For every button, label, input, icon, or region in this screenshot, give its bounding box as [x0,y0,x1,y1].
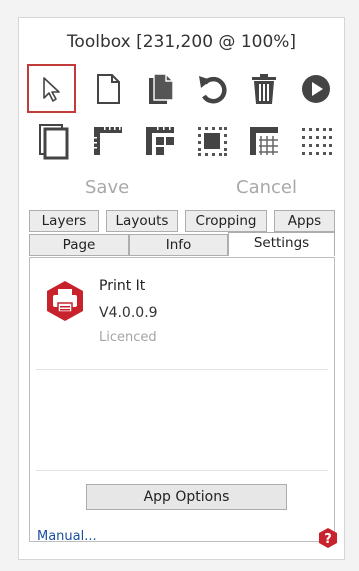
svg-text:?: ? [324,532,332,547]
settings-content: Print It V4.0.0.9 Licenced App Options [29,257,335,542]
grid-ruler-button[interactable] [137,118,183,164]
divider [36,470,328,471]
window-title: Toolbox [231,200 @ 100%] [66,32,297,52]
help-icon: ? [319,528,337,548]
ruler-grid-icon [250,127,278,155]
trash-icon [252,74,276,104]
crop-marks-icon [198,127,227,156]
grid-ruler-icon [146,127,174,155]
tab-info[interactable]: Info [129,234,228,256]
page-icon [97,74,120,104]
manual-link[interactable]: Manual... [37,529,97,544]
rotate-button[interactable] [190,66,236,112]
crop-marks-button[interactable] [189,118,235,164]
run-button[interactable] [293,66,339,112]
ruler-grid-button[interactable] [241,118,287,164]
new-page-button[interactable] [85,66,131,112]
corner-ruler-icon [94,127,122,155]
app-options-button[interactable]: App Options [86,484,287,510]
corner-ruler-button[interactable] [85,118,131,164]
app-version: V4.0.0.9 [99,305,158,321]
app-name: Print It [99,278,146,294]
tab-layouts[interactable]: Layouts [106,210,178,232]
help-button[interactable]: ? [318,527,338,553]
play-icon [302,75,330,103]
save-button[interactable]: Save [85,177,129,198]
pointer-icon [42,76,60,102]
page-frame-icon [39,124,69,160]
pointer-tool-button[interactable] [27,64,76,113]
tab-page[interactable]: Page [29,234,129,256]
cancel-button[interactable]: Cancel [236,177,297,198]
printer-app-icon [47,281,83,321]
delete-button[interactable] [241,66,287,112]
tab-apps[interactable]: Apps [274,210,335,232]
pages-icon [149,73,174,104]
divider [36,369,328,370]
dot-grid-icon [302,128,332,155]
tab-layers[interactable]: Layers [29,210,99,232]
license-status: Licenced [99,330,157,345]
tab-cropping[interactable]: Cropping [185,210,267,232]
dot-grid-button[interactable] [293,118,339,164]
duplicate-page-button[interactable] [138,66,184,112]
page-frame-button[interactable] [31,118,77,164]
tab-settings[interactable]: Settings [228,232,335,256]
toolbox-panel: Toolbox [231,200 @ 100%] Save Cancel Lay… [18,17,345,560]
rotate-icon [199,76,227,104]
